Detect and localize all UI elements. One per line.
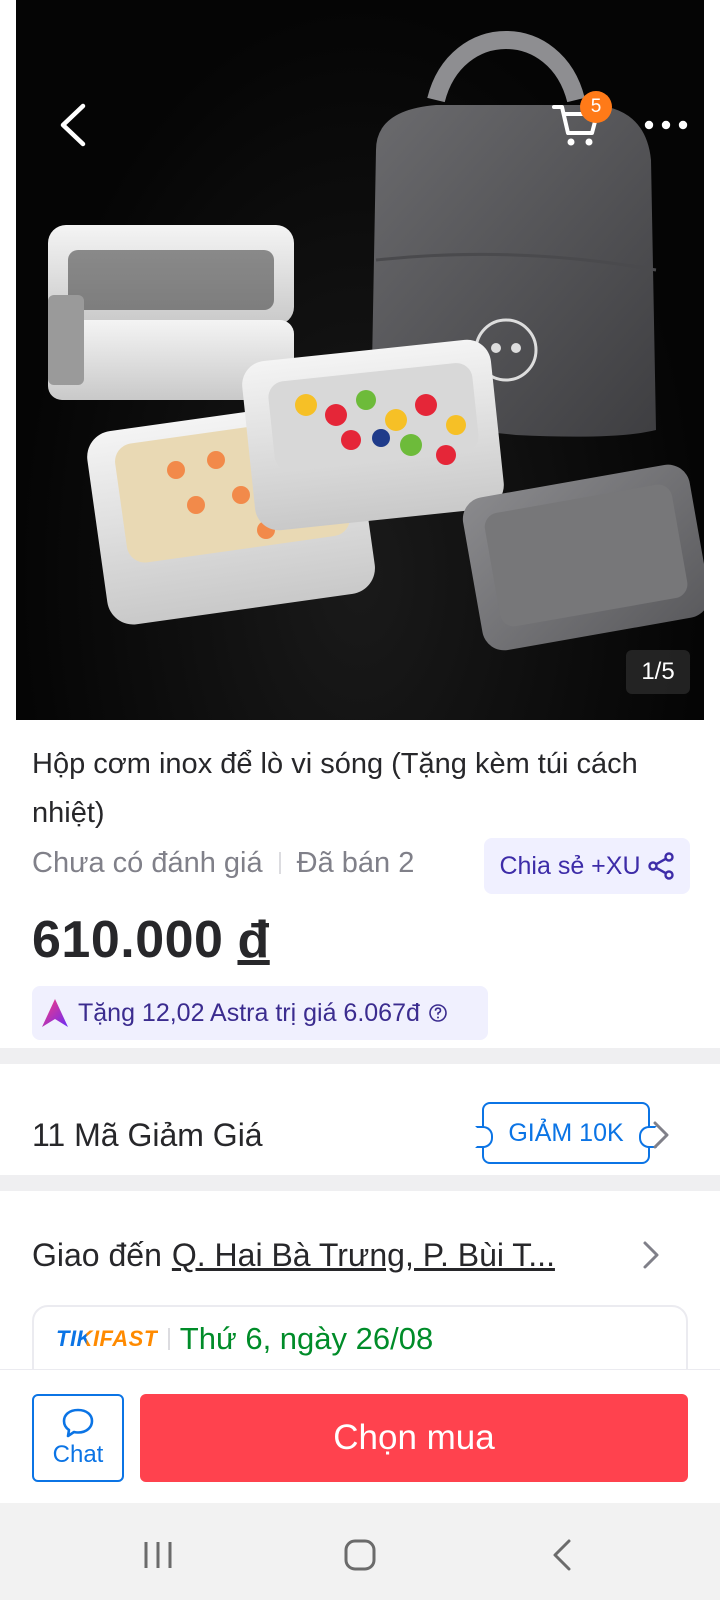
bottom-action-bar: Chat Chọn mua xyxy=(0,1369,720,1503)
sold-count: Đã bán 2 xyxy=(296,846,415,879)
tikifast-logo: TIKIFAST xyxy=(56,1326,158,1351)
product-image-gallery[interactable]: 5 1/5 xyxy=(16,0,704,720)
price-value: 610.000 xyxy=(32,911,224,969)
home-icon xyxy=(344,1539,376,1571)
delivery-date: Thứ 6, ngày 26/08 xyxy=(179,1321,434,1356)
recent-apps-icon xyxy=(144,1542,172,1568)
buy-button[interactable]: Chọn mua xyxy=(140,1394,688,1482)
back-button[interactable] xyxy=(48,95,96,155)
more-options-button[interactable] xyxy=(636,105,696,145)
section-divider xyxy=(0,1048,720,1064)
system-navigation-bar xyxy=(0,1503,720,1600)
chevron-right-icon xyxy=(653,1121,669,1149)
chat-button[interactable]: Chat xyxy=(32,1394,124,1482)
chat-label: Chat xyxy=(52,1441,104,1468)
delivery-prefix: Giao đến xyxy=(32,1236,162,1273)
product-meta-row: Chưa có đánh giá Đã bán 2 xyxy=(32,838,414,888)
meta-divider xyxy=(278,852,281,874)
price-currency: đ xyxy=(237,911,270,969)
image-counter: 1/5 xyxy=(626,650,690,694)
coupon-title: 11 Mã Giảm Giá xyxy=(32,1116,263,1153)
coupon-section[interactable]: 11 Mã Giảm Giá GIẢM 10K xyxy=(32,1100,688,1170)
cart-count-badge: 5 xyxy=(580,91,612,123)
more-dots-icon xyxy=(644,120,688,130)
share-label: Chia sẻ +XU xyxy=(499,851,641,880)
coupon-tag[interactable]: GIẢM 10K xyxy=(475,1102,657,1164)
help-circle-icon[interactable] xyxy=(428,1003,448,1023)
chevron-left-icon xyxy=(60,103,86,147)
chat-bubble-icon xyxy=(62,1408,94,1438)
recent-apps-button[interactable] xyxy=(128,1527,188,1583)
system-back-button[interactable] xyxy=(532,1527,592,1583)
share-icon xyxy=(647,852,674,880)
astra-reward-text: Tặng 12,02 Astra trị giá 6.067đ xyxy=(78,998,420,1027)
section-divider xyxy=(0,1175,720,1191)
product-price: 610.000 đ xyxy=(32,910,270,970)
home-button[interactable] xyxy=(330,1527,390,1583)
product-title: Hộp cơm inox để lò vi sóng (Tặng kèm túi… xyxy=(32,748,638,829)
astra-reward-banner[interactable]: Tặng 12,02 Astra trị giá 6.067đ xyxy=(32,986,488,1040)
logo-divider xyxy=(167,1328,170,1350)
delivery-address[interactable]: Q. Hai Bà Trưng, P. Bùi T... xyxy=(172,1237,555,1274)
share-button[interactable]: Chia sẻ +XU xyxy=(484,838,690,894)
back-arrow-icon xyxy=(553,1539,571,1571)
cart-button[interactable]: 5 xyxy=(546,91,612,155)
astra-logo-icon xyxy=(42,999,68,1027)
chevron-right-icon xyxy=(643,1241,659,1269)
delivery-address-row[interactable]: Giao đến Q. Hai Bà Trưng, P. Bùi T... xyxy=(32,1225,688,1285)
rating-text: Chưa có đánh giá xyxy=(32,846,263,879)
